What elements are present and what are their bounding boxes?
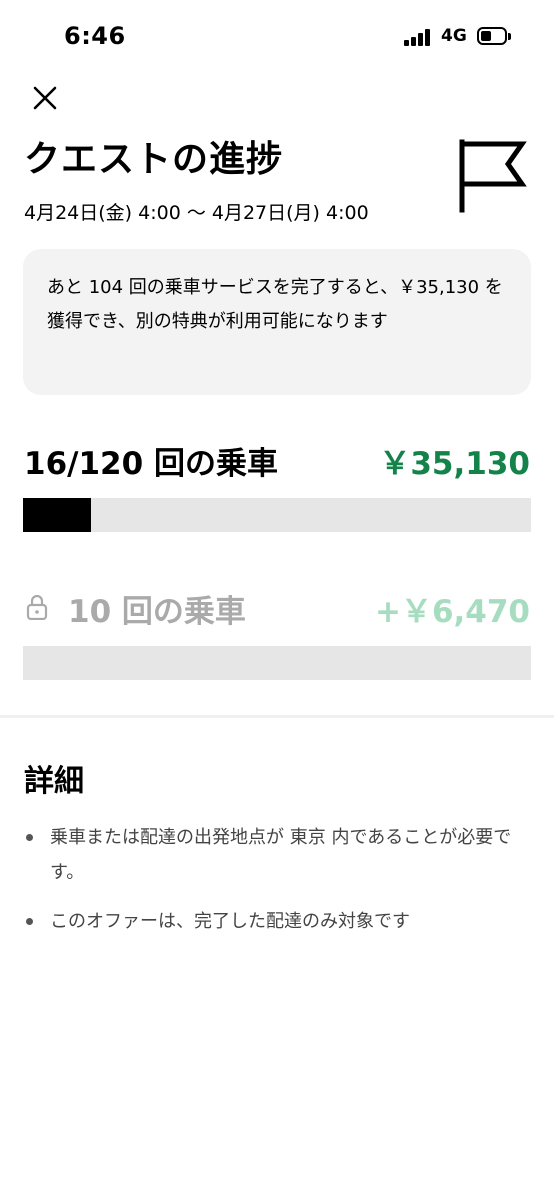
close-button[interactable] [30,83,60,113]
close-icon [33,86,57,110]
status-time: 6:46 [64,22,126,50]
current-tier-row: 16/120 回の乗車 ￥35,130 [24,438,530,482]
current-progress-bar [23,498,531,532]
current-tier-amount: ￥35,130 [379,446,530,482]
network-type: 4G [441,26,467,46]
page-title: クエストの進捗 [24,139,284,180]
current-progress-fill [23,498,91,532]
details-item: このオファーは、完了した配達のみ対象です [24,904,534,939]
flag-icon [454,138,530,214]
signal-icon [404,29,434,46]
status-bar: 6:46 4G [0,0,554,70]
battery-icon [477,27,513,47]
details-item: 乗車または配達の出発地点が 東京 内であることが必要です。 [24,820,534,890]
next-tier-label: 10 回の乗車 [68,594,246,630]
date-range: 4月24日(金) 4:00 〜 4月27日(月) 4:00 [24,202,369,224]
info-card: あと 104 回の乗車サービスを完了すると、￥35,130 を獲得でき、別の特典… [23,249,531,395]
info-message: あと 104 回の乗車サービスを完了すると、￥35,130 を獲得でき、別の特典… [47,277,503,332]
current-tier-label: 16/120 回の乗車 [24,446,278,482]
lock-icon [26,594,48,620]
next-progress-bar [23,646,531,680]
next-tier-amount: +￥6,470 [374,594,530,630]
next-tier-row: 10 回の乗車 +￥6,470 [24,586,530,630]
details-list: 乗車または配達の出発地点が 東京 内であることが必要です。 このオファーは、完了… [24,820,534,953]
section-divider [0,715,554,718]
details-heading: 詳細 [24,764,84,799]
